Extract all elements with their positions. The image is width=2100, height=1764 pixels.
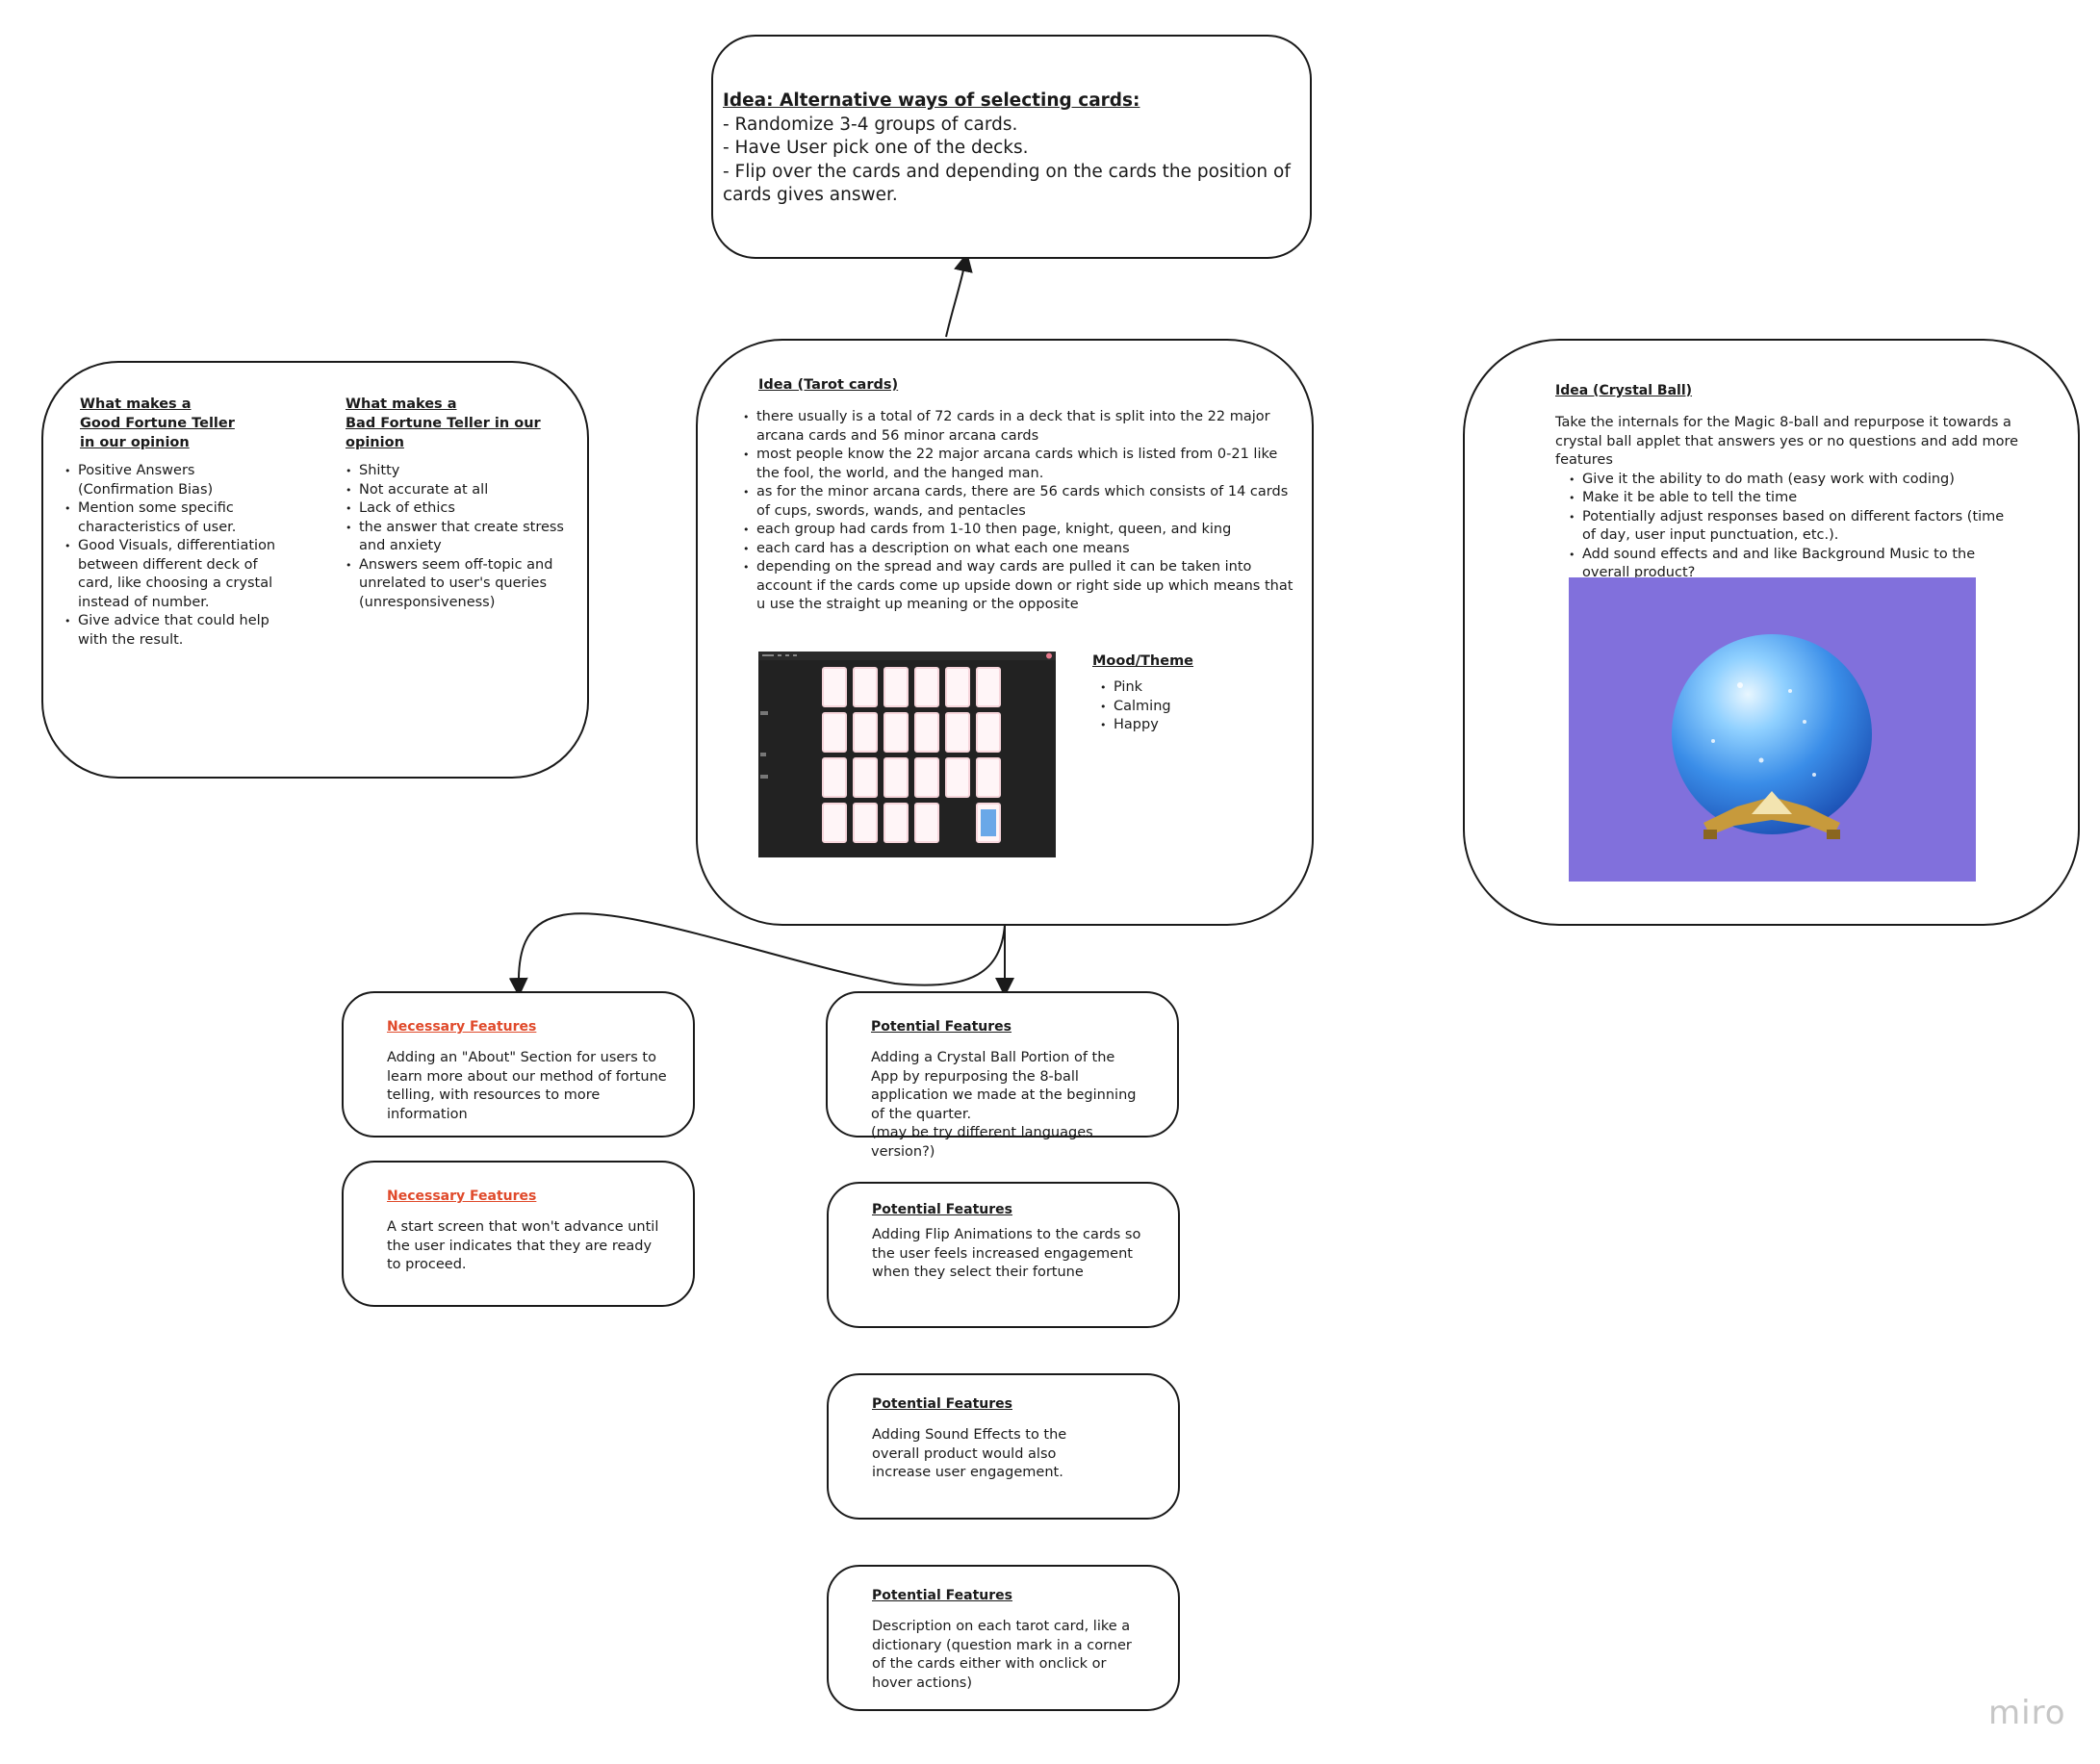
arrow-tarot-to-alt-idea bbox=[945, 252, 973, 338]
list-item: depending on the spread and way cards ar… bbox=[743, 558, 1297, 615]
potential-title: Potential Features bbox=[871, 1019, 1012, 1035]
tarot-card-thumb bbox=[822, 803, 847, 843]
tarot-card-thumb bbox=[914, 667, 939, 707]
mood-list: Pink Calming Happy bbox=[1100, 678, 1237, 735]
tarot-card-thumb bbox=[853, 803, 878, 843]
tarot-title: Idea (Tarot cards) bbox=[758, 377, 899, 393]
list-item: Potentially adjust responses based on di… bbox=[1569, 508, 2021, 546]
tarot-card-thumb bbox=[884, 712, 909, 753]
crystal-intro: Take the internals for the Magic 8-ball … bbox=[1555, 415, 2019, 468]
tarot-card-thumb bbox=[822, 712, 847, 753]
tarot-card-thumb bbox=[976, 757, 1001, 798]
potential-title: Potential Features bbox=[872, 1396, 1012, 1412]
list-item: each card has a description on what each… bbox=[743, 540, 1297, 559]
potential-body: Adding Sound Effects to the overall prod… bbox=[872, 1427, 1067, 1480]
necessary-feature-card[interactable]: Necessary Features Adding an "About" Sec… bbox=[342, 991, 695, 1138]
tarot-card-thumb bbox=[884, 803, 909, 843]
potential-feature-card[interactable]: Potential Features Description on each t… bbox=[827, 1565, 1180, 1711]
tarot-card-thumb bbox=[853, 667, 878, 707]
list-item: Mention some specific characteristics of… bbox=[64, 499, 286, 537]
alt-idea-line: - Have User pick one of the decks. bbox=[723, 138, 1029, 158]
potential-body: Adding Flip Animations to the cards so t… bbox=[872, 1227, 1141, 1280]
list-item: there usually is a total of 72 cards in … bbox=[743, 408, 1297, 446]
alt-idea-line: - Flip over the cards and depending on t… bbox=[723, 161, 1291, 206]
crystal-ball-idea-box[interactable]: Idea (Crystal Ball) Take the internals f… bbox=[1463, 339, 2080, 926]
tarot-card-thumb bbox=[914, 757, 939, 798]
necessary-title: Necessary Features bbox=[387, 1019, 537, 1035]
list-item: Calming bbox=[1100, 698, 1237, 717]
necessary-feature-card[interactable]: Necessary Features A start screen that w… bbox=[342, 1161, 695, 1307]
bad-fortune-title: What makes a Bad Fortune Teller in our o… bbox=[346, 396, 541, 450]
list-item: Give advice that could help with the res… bbox=[64, 612, 286, 650]
necessary-body: A start screen that won't advance until … bbox=[387, 1219, 659, 1272]
crystal-title: Idea (Crystal Ball) bbox=[1555, 383, 1693, 398]
potential-feature-card[interactable]: Potential Features Adding Flip Animation… bbox=[827, 1182, 1180, 1328]
list-item: the answer that create stress and anxiet… bbox=[346, 519, 569, 556]
card-back-art bbox=[981, 809, 996, 836]
tarot-card-thumb bbox=[884, 757, 909, 798]
potential-body: Description on each tarot card, like a d… bbox=[872, 1619, 1132, 1691]
necessary-body: Adding an "About" Section for users to l… bbox=[387, 1050, 667, 1122]
list-item: Happy bbox=[1100, 716, 1237, 735]
alt-selection-idea-box[interactable]: Idea: Alternative ways of selecting card… bbox=[711, 35, 1312, 259]
tarot-app-screenshot bbox=[758, 652, 1056, 857]
tarot-idea-box[interactable]: Idea (Tarot cards) there usually is a to… bbox=[696, 339, 1314, 926]
list-item: Pink bbox=[1100, 678, 1237, 698]
list-item: most people know the 22 major arcana car… bbox=[743, 446, 1297, 483]
potential-feature-card[interactable]: Potential Features Adding a Crystal Ball… bbox=[826, 991, 1179, 1160]
tarot-card-thumb bbox=[884, 667, 909, 707]
list-item: Good Visuals, differentiation between di… bbox=[64, 537, 286, 612]
miro-logo: miro bbox=[1988, 1694, 2066, 1732]
potential-title: Potential Features bbox=[872, 1202, 1012, 1217]
list-item: Shitty bbox=[346, 462, 569, 481]
crystal-features-list: Give it the ability to do math (easy wor… bbox=[1569, 471, 2021, 583]
crystal-ball-image bbox=[1569, 577, 1976, 882]
potential-title: Potential Features bbox=[872, 1588, 1012, 1603]
tarot-card-thumb bbox=[822, 757, 847, 798]
potential-extra: (may be try different languages version?… bbox=[871, 1125, 1093, 1160]
bad-fortune-list: Shitty Not accurate at all Lack of ethic… bbox=[346, 462, 569, 612]
necessary-title: Necessary Features bbox=[387, 1189, 537, 1204]
alt-idea-line: - Randomize 3-4 groups of cards. bbox=[723, 114, 1018, 135]
tarot-facts-list: there usually is a total of 72 cards in … bbox=[743, 408, 1297, 615]
alt-idea-title: Idea: Alternative ways of selecting card… bbox=[723, 90, 1140, 111]
fortune-teller-box[interactable]: What makes a Good Fortune Teller in our … bbox=[41, 361, 589, 779]
tarot-card-thumb bbox=[945, 712, 970, 753]
tarot-card-thumb bbox=[976, 667, 1001, 707]
list-item: Lack of ethics bbox=[346, 499, 569, 519]
tarot-card-thumb bbox=[976, 712, 1001, 753]
tarot-card-thumb bbox=[822, 667, 847, 707]
good-fortune-title: What makes a Good Fortune Teller in our … bbox=[80, 396, 235, 450]
tarot-card-thumb bbox=[945, 667, 970, 707]
list-item: Give it the ability to do math (easy wor… bbox=[1569, 471, 2021, 490]
tarot-card-thumb bbox=[853, 757, 878, 798]
list-item: Not accurate at all bbox=[346, 481, 569, 500]
list-item: Answers seem off-topic and unrelated to … bbox=[346, 556, 569, 613]
tarot-card-thumb bbox=[853, 712, 878, 753]
list-item: each group had cards from 1-10 then page… bbox=[743, 521, 1297, 540]
potential-body: Adding a Crystal Ball Portion of the App… bbox=[871, 1050, 1137, 1122]
tarot-card-thumb bbox=[914, 803, 939, 843]
list-item: Make it be able to tell the time bbox=[1569, 489, 2021, 508]
tarot-card-thumb bbox=[945, 757, 970, 798]
list-item: as for the minor arcana cards, there are… bbox=[743, 483, 1297, 521]
list-item: Positive Answers (Confirmation Bias) bbox=[64, 462, 286, 499]
good-fortune-list: Positive Answers (Confirmation Bias) Men… bbox=[64, 462, 286, 650]
mood-theme-title: Mood/Theme bbox=[1092, 653, 1194, 669]
potential-feature-card[interactable]: Potential Features Adding Sound Effects … bbox=[827, 1373, 1180, 1520]
tarot-card-thumb bbox=[914, 712, 939, 753]
